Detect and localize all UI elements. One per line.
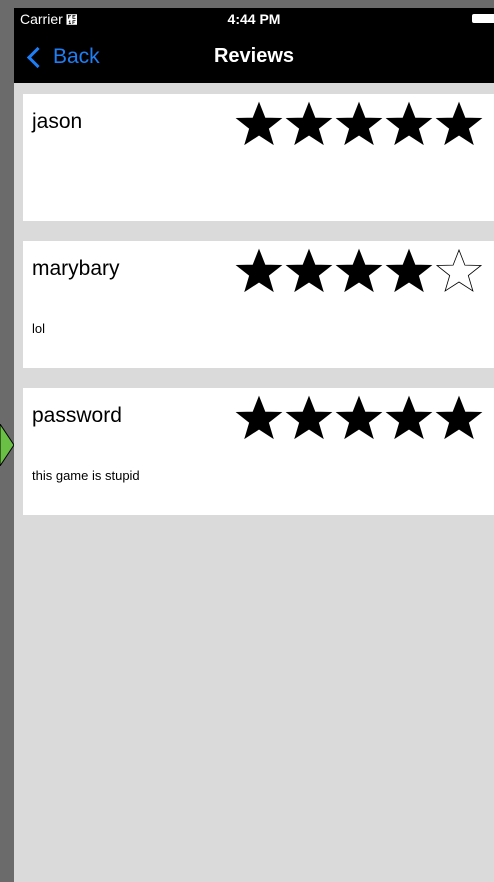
header: Carrier ︟ 4:44 PM Back Reviews: [14, 8, 494, 83]
battery-icon: [472, 14, 494, 23]
star-filled-icon: [385, 101, 433, 146]
star-filled-icon: [285, 248, 333, 293]
star-filled-icon: [235, 395, 283, 440]
star-filled-icon: [335, 395, 383, 440]
star-filled-icon: [385, 395, 433, 440]
star-filled-icon: [285, 101, 333, 146]
star-outline-icon: [435, 248, 483, 292]
star-filled-icon: [285, 395, 333, 440]
page-title: Reviews: [213, 45, 295, 67]
reviewer-name: password: [32, 404, 122, 427]
star-rating: [234, 394, 484, 444]
navigation-bar: Back Reviews: [14, 30, 494, 83]
review-text: lol: [32, 321, 46, 336]
star-filled-icon: [335, 248, 383, 293]
pointer-arrow-icon: [0, 424, 14, 466]
status-bar: Carrier ︟ 4:44 PM: [14, 8, 494, 30]
review-card[interactable]: password this game is stupid: [23, 388, 494, 515]
star-rating: [234, 247, 484, 297]
star-rating: [234, 100, 484, 150]
status-time: 4:44 PM: [227, 11, 281, 27]
star-filled-icon: [235, 248, 283, 293]
star-filled-icon: [435, 101, 483, 146]
phone-screen: Carrier ︟ 4:44 PM Back Reviews jason mary…: [14, 8, 494, 882]
review-card[interactable]: marybary lol: [23, 241, 494, 368]
reviewer-name: jason: [32, 110, 83, 133]
star-filled-icon: [435, 395, 483, 440]
reviewer-name: marybary: [32, 257, 120, 280]
review-text: this game is stupid: [32, 468, 140, 483]
reviews-list: jason marybary lol password this game is…: [23, 94, 494, 535]
review-card[interactable]: jason: [23, 94, 494, 221]
star-filled-icon: [335, 101, 383, 146]
window-top-strip: [0, 0, 494, 8]
star-filled-icon: [235, 101, 283, 146]
star-filled-icon: [385, 248, 433, 293]
